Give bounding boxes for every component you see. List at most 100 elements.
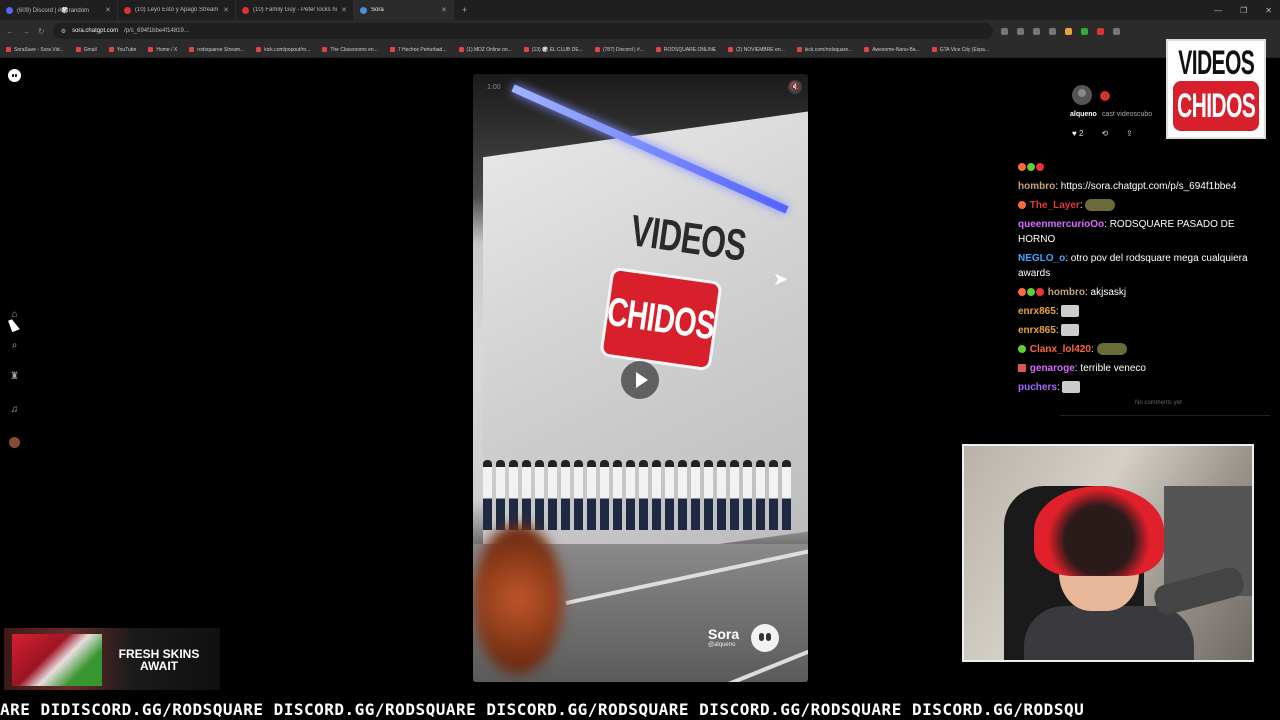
bookmark-favicon-icon bbox=[458, 47, 464, 52]
image-emote-icon bbox=[1061, 305, 1080, 318]
maximize-icon[interactable]: ❐ bbox=[1240, 6, 1247, 15]
minimize-icon[interactable]: — bbox=[1214, 6, 1222, 15]
youtube-icon bbox=[124, 6, 131, 14]
tab-sora[interactable]: Sora ✕ bbox=[354, 0, 454, 20]
person bbox=[652, 460, 661, 530]
youtube-icon bbox=[242, 6, 249, 14]
logo-chidos-box: CHIDOS bbox=[1173, 81, 1259, 131]
chat-message: genaroge: terrible veneco bbox=[1018, 361, 1268, 376]
bookmark-item[interactable]: (13) 🎲 EL CLUB DE... bbox=[523, 47, 583, 53]
chat-user: hombro bbox=[1018, 181, 1056, 192]
close-icon[interactable]: ✕ bbox=[341, 6, 347, 14]
remix-icon[interactable]: ⟲ bbox=[1101, 129, 1108, 138]
url-field[interactable]: ⚙ sora.chatgpt.com/p/s_694f1bbe4f14819..… bbox=[52, 23, 993, 39]
extensions bbox=[1000, 27, 1120, 35]
chat-text: : https://sora.chatgpt.com/p/s_694f1bbe4 bbox=[1055, 181, 1237, 192]
chat-user: enrx865 bbox=[1018, 325, 1056, 336]
tab-discord[interactable]: (609) Discord | #🎲random ✕ bbox=[0, 0, 118, 20]
search-icon[interactable]: ⌕ bbox=[9, 340, 20, 351]
zoom-icon[interactable] bbox=[1016, 27, 1024, 35]
person bbox=[691, 460, 700, 530]
close-icon[interactable]: ✕ bbox=[223, 6, 229, 14]
bookmark-item[interactable]: Awesome-Nano-Ba... bbox=[864, 47, 920, 53]
forward-icon[interactable]: → bbox=[22, 27, 30, 36]
share-icon[interactable]: ⇪ bbox=[1126, 129, 1133, 138]
chat-message bbox=[1018, 160, 1268, 175]
post-description: cast videoscubo bbox=[1102, 111, 1153, 118]
chat-message: enrx865: bbox=[1018, 323, 1268, 338]
chat-text: : bbox=[1055, 325, 1059, 336]
bookmark-item[interactable]: YouTube bbox=[108, 47, 136, 53]
bookmark-item[interactable]: RODSQUARE.ONLINE bbox=[655, 47, 716, 53]
play-button[interactable] bbox=[621, 361, 659, 399]
chat-text: : bbox=[1056, 382, 1060, 393]
person bbox=[717, 460, 726, 530]
bookmark-favicon-icon bbox=[864, 47, 870, 52]
image-emote-icon bbox=[1062, 381, 1081, 394]
tab-label: (10) Leyó Esto y Apagó Stream bbox=[135, 7, 219, 13]
chat-message: NEGLO_o: otro pov del rodsquare mega cua… bbox=[1018, 251, 1268, 281]
close-icon[interactable]: ✕ bbox=[441, 6, 447, 14]
reload-icon[interactable]: ↻ bbox=[38, 27, 45, 36]
close-window-icon[interactable]: ✕ bbox=[1265, 6, 1272, 15]
post-username[interactable]: alqueno bbox=[1070, 111, 1097, 118]
download-icon[interactable] bbox=[1112, 27, 1120, 35]
bookmark-item[interactable]: 7 Hechos Perturbad... bbox=[389, 47, 447, 53]
like-button[interactable]: ♥ 2 bbox=[1072, 129, 1083, 138]
chat-message: queenmercurioOo: RODSQUARE PASADO DE HOR… bbox=[1018, 217, 1268, 247]
tab-youtube-1[interactable]: (10) Leyó Esto y Apagó Stream ✕ bbox=[118, 0, 236, 20]
url-host: sora.chatgpt.com bbox=[72, 28, 119, 34]
bookmark-item[interactable]: rodsquaree Stream... bbox=[189, 47, 244, 53]
video-player[interactable]: VIDEOS CHIDOS ➤ 1:00 🔇 Sora @alqueno bbox=[473, 74, 808, 682]
profile-avatar[interactable] bbox=[9, 437, 20, 448]
address-bar: ← → ↻ ⚙ sora.chatgpt.com/p/s_694f1bbe4f1… bbox=[0, 20, 1280, 42]
chat-badge-icon bbox=[1036, 288, 1044, 297]
close-icon[interactable]: ✕ bbox=[105, 6, 111, 14]
extension-icon[interactable] bbox=[1096, 27, 1104, 35]
bookmark-item[interactable]: kick.com/popout/ro... bbox=[256, 47, 310, 53]
chat-badge-icon bbox=[1018, 201, 1026, 210]
chat-badge-icon bbox=[1027, 288, 1035, 297]
comment-area[interactable] bbox=[1060, 415, 1270, 439]
arrow-sign-icon: ➤ bbox=[773, 269, 789, 289]
image-emote-icon bbox=[1061, 324, 1080, 337]
bookmark-item[interactable]: GTA Vice City (Espa... bbox=[931, 47, 989, 53]
mute-icon[interactable]: 🔇 bbox=[788, 80, 802, 94]
discord-icon bbox=[6, 6, 13, 14]
notifications-icon[interactable]: ♫ bbox=[9, 404, 20, 415]
person bbox=[665, 460, 674, 530]
chat-text: : bbox=[1055, 306, 1059, 317]
person bbox=[587, 460, 596, 530]
bookmark-item[interactable]: (1) MDZ Online on... bbox=[458, 47, 512, 53]
extension-icon[interactable] bbox=[1032, 27, 1040, 35]
explore-icon[interactable]: ♜ bbox=[9, 371, 20, 382]
chat-message: puchers: bbox=[1018, 380, 1268, 395]
person bbox=[574, 460, 583, 530]
bookmark-item[interactable]: (2) NOVIEMBRE en... bbox=[728, 47, 785, 53]
bookmark-item[interactable]: (787) Discord | #... bbox=[594, 47, 644, 53]
extension-icon[interactable] bbox=[1000, 27, 1008, 35]
site-info-icon[interactable]: ⚙ bbox=[61, 28, 66, 35]
bookmark-favicon-icon bbox=[523, 47, 529, 52]
extension-icon[interactable] bbox=[1080, 27, 1088, 35]
url-path: /p/s_694f1bbe4f14819... bbox=[124, 28, 189, 34]
bookmark-item[interactable]: The Classrooms en... bbox=[322, 47, 378, 53]
new-tab-button[interactable]: + bbox=[454, 5, 475, 15]
bookmark-item[interactable]: SoraSave - Sora Vid... bbox=[6, 47, 64, 53]
bookmark-favicon-icon bbox=[6, 47, 11, 52]
turtle-emote-icon bbox=[1096, 343, 1127, 356]
back-icon[interactable]: ← bbox=[6, 27, 14, 36]
bookmark-item[interactable]: Gmail bbox=[75, 47, 97, 53]
person bbox=[704, 460, 713, 530]
bookmark-favicon-icon bbox=[594, 47, 600, 52]
extension-icon[interactable] bbox=[1064, 27, 1072, 35]
bookmark-star-icon[interactable] bbox=[1048, 27, 1056, 35]
bookmark-item[interactable]: Home / X bbox=[148, 47, 177, 53]
bookmark-item[interactable]: kick.com/rodsquare... bbox=[796, 47, 852, 53]
sign-chidos-box: CHIDOS bbox=[599, 266, 723, 372]
person bbox=[600, 460, 609, 530]
sora-logo-icon[interactable] bbox=[8, 69, 21, 82]
tab-youtube-2[interactable]: (10) Family Guy - Peter locks hi ✕ bbox=[236, 0, 354, 20]
avatar[interactable] bbox=[1072, 85, 1092, 105]
ad-banner[interactable]: FRESH SKINS AWAIT bbox=[4, 628, 220, 690]
